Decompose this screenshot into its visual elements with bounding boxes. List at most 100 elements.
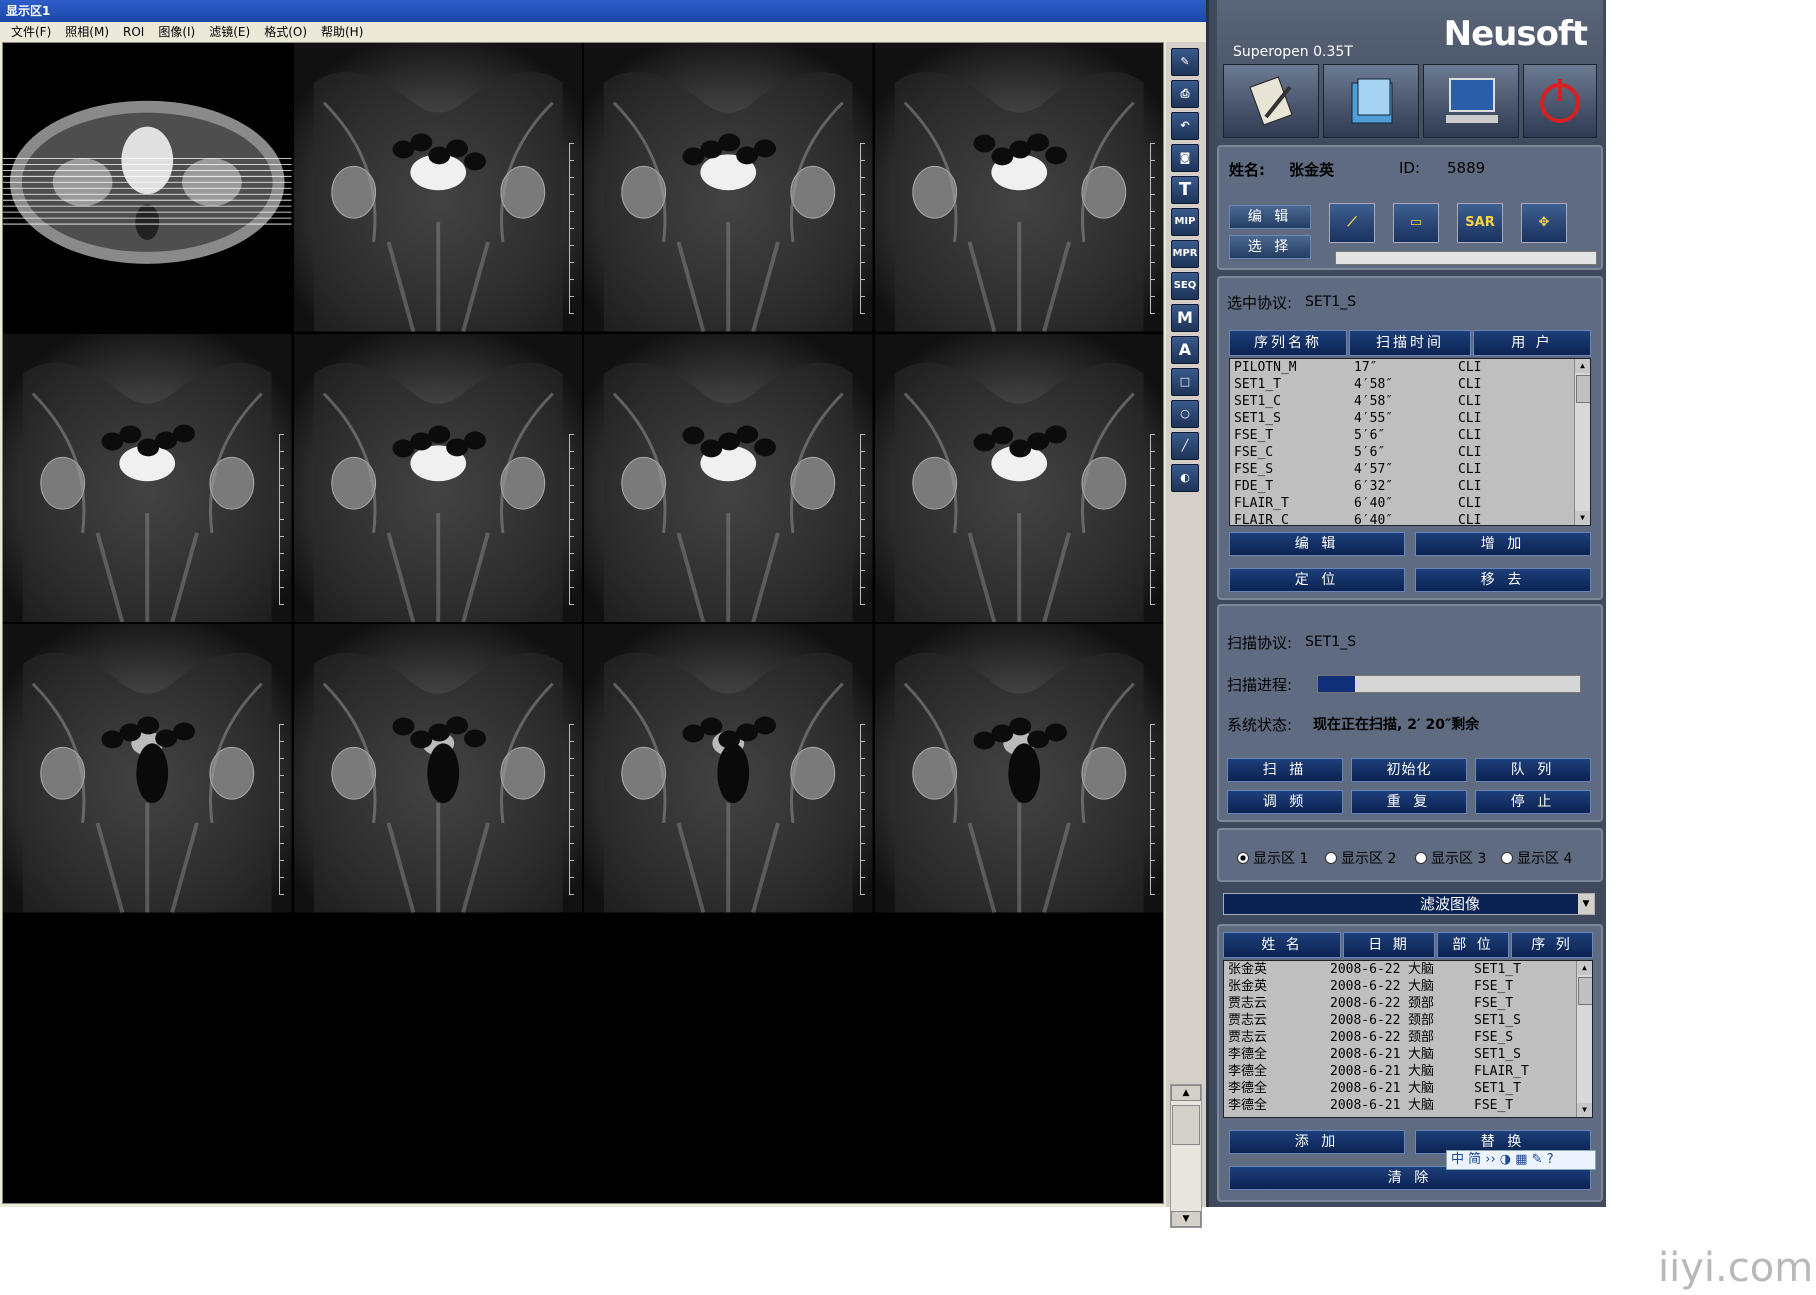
col-patient-name[interactable]: 姓 名: [1223, 932, 1341, 958]
syringe-icon[interactable]: ⟋: [1329, 203, 1375, 243]
radio-display-3[interactable]: 显示区 3: [1415, 848, 1486, 868]
image-cell[interactable]: [293, 333, 582, 622]
image-cell[interactable]: [3, 914, 292, 1203]
protocol-edit-button[interactable]: 编 辑: [1229, 532, 1405, 556]
col-scan-time[interactable]: 扫描时间: [1349, 330, 1471, 356]
image-cell[interactable]: [293, 43, 582, 332]
register-patient-button[interactable]: [1223, 64, 1319, 138]
col-sequence-name[interactable]: 序列名称: [1229, 330, 1347, 356]
print-icon[interactable]: ⎙: [1171, 80, 1199, 108]
menu-photo[interactable]: 照相(M): [58, 22, 116, 42]
image-cell[interactable]: [584, 43, 873, 332]
sar-button[interactable]: SAR: [1457, 203, 1503, 243]
image-cell[interactable]: [3, 333, 292, 622]
mri-image: [874, 43, 1163, 332]
image-cell[interactable]: [293, 914, 582, 1203]
scan-section: 扫描协议: SET1_S 扫描进程: 系统状态: 现在正在扫描, 2′ 20″剩…: [1217, 604, 1603, 822]
queue-button[interactable]: 队 列: [1475, 758, 1591, 782]
image-cell[interactable]: [3, 43, 292, 332]
study-row[interactable]: 李德全 2008-6-21 大脑 FLAIR_T: [1224, 1063, 1592, 1080]
ime-toolbar[interactable]: 中 简 ›› ◑ ▦ ✎ ?: [1446, 1150, 1596, 1170]
initialize-button[interactable]: 初始化: [1351, 758, 1467, 782]
protocol-row[interactable]: FSE_S 4′57″ CLI: [1230, 461, 1590, 478]
intensity-scale: [278, 433, 284, 605]
radio-display-4[interactable]: 显示区 4: [1501, 848, 1572, 868]
coil-icon[interactable]: ▭: [1393, 203, 1439, 243]
menu-filter[interactable]: 滤镜(E): [202, 22, 257, 42]
circle-icon[interactable]: ○: [1171, 400, 1199, 428]
undo-icon[interactable]: ↶: [1171, 112, 1199, 140]
scroll-thumb[interactable]: [1172, 1105, 1200, 1145]
protocol-add-button[interactable]: 增 加: [1415, 532, 1591, 556]
eraser-icon[interactable]: ✎: [1171, 48, 1199, 76]
protocol-row[interactable]: SET1_C 4′58″ CLI: [1230, 393, 1590, 410]
scroll-up-arrow-icon[interactable]: ▲: [1171, 1085, 1201, 1101]
image-cell[interactable]: [874, 624, 1163, 913]
menu-format[interactable]: 格式(O): [257, 22, 314, 42]
tune-button[interactable]: 调 频: [1227, 790, 1343, 814]
vertical-scrollbar[interactable]: ▲ ▼: [1170, 1084, 1202, 1228]
power-button[interactable]: [1523, 64, 1597, 138]
measure-button[interactable]: M: [1171, 304, 1199, 332]
stop-button[interactable]: 停 止: [1475, 790, 1591, 814]
protocol-locate-button[interactable]: 定 位: [1229, 568, 1405, 592]
protocol-remove-button[interactable]: 移 去: [1415, 568, 1591, 592]
image-cell[interactable]: [293, 624, 582, 913]
filter-image-combo[interactable]: 滤波图像 ▼: [1223, 893, 1595, 915]
line-icon[interactable]: ╱: [1171, 432, 1199, 460]
study-row[interactable]: 张金英 2008-6-22 大脑 FSE_T: [1224, 978, 1592, 995]
col-user[interactable]: 用 户: [1473, 330, 1591, 356]
select-patient-button[interactable]: 选 择: [1229, 235, 1311, 259]
scan-button[interactable]: 扫 描: [1227, 758, 1343, 782]
text-tool-icon[interactable]: T: [1171, 176, 1199, 204]
menu-image[interactable]: 图像(I): [151, 22, 202, 42]
study-row[interactable]: 贾志云 2008-6-22 颈部 FSE_T: [1224, 995, 1592, 1012]
workstation-button[interactable]: [1423, 64, 1519, 138]
study-list[interactable]: ▲ ▼ 张金英 2008-6-22 大脑 SET1_T 张金英 2008-6-22 大脑 FS…: [1223, 960, 1593, 1118]
protocol-row[interactable]: PILOTN_M 17″ CLI: [1230, 359, 1590, 376]
protocol-row[interactable]: SET1_T 4′58″ CLI: [1230, 376, 1590, 393]
protocol-row[interactable]: FLAIR_T 6′40″ CLI: [1230, 495, 1590, 512]
radio-display-2[interactable]: 显示区 2: [1325, 848, 1396, 868]
study-row[interactable]: 张金英 2008-6-22 大脑 SET1_T: [1224, 961, 1592, 978]
image-cell[interactable]: [3, 624, 292, 913]
mip-button[interactable]: MIP: [1171, 208, 1199, 236]
protocol-row[interactable]: FSE_C 5′6″ CLI: [1230, 444, 1590, 461]
protocol-row[interactable]: SET1_S 4′55″ CLI: [1230, 410, 1590, 427]
contrast-icon[interactable]: ◐: [1171, 464, 1199, 492]
scroll-down-arrow-icon[interactable]: ▼: [1171, 1211, 1201, 1227]
col-date[interactable]: 日 期: [1343, 932, 1435, 958]
study-row[interactable]: 贾志云 2008-6-22 颈部 FSE_S: [1224, 1029, 1592, 1046]
position-arrows-icon[interactable]: ✥: [1521, 203, 1567, 243]
image-cell[interactable]: [874, 333, 1163, 622]
image-cell[interactable]: [584, 333, 873, 622]
mpr-button[interactable]: MPR: [1171, 240, 1199, 268]
menu-help[interactable]: 帮助(H): [314, 22, 370, 42]
menu-roi[interactable]: ROI: [116, 22, 151, 42]
study-row[interactable]: 李德全 2008-6-21 大脑 SET1_T: [1224, 1080, 1592, 1097]
repeat-button[interactable]: 重 复: [1351, 790, 1467, 814]
menu-file[interactable]: 文件(F): [4, 22, 58, 42]
image-cell[interactable]: [584, 624, 873, 913]
camera-icon[interactable]: ◙: [1171, 144, 1199, 172]
edit-patient-button[interactable]: 编 辑: [1229, 205, 1311, 229]
annotate-button[interactable]: A: [1171, 336, 1199, 364]
study-row[interactable]: 李德全 2008-6-21 大脑 SET1_S: [1224, 1046, 1592, 1063]
study-row[interactable]: 贾志云 2008-6-22 颈部 SET1_S: [1224, 1012, 1592, 1029]
protocol-row[interactable]: FSE_T 5′6″ CLI: [1230, 427, 1590, 444]
radio-display-1[interactable]: 显示区 1: [1237, 848, 1308, 868]
study-add-button[interactable]: 添 加: [1229, 1130, 1405, 1154]
col-series[interactable]: 序 列: [1511, 932, 1593, 958]
patient-files-button[interactable]: [1323, 64, 1419, 138]
protocol-list[interactable]: ▲ ▼ PILOTN_M 17″ CLI SET1_T 4′58″ CLI SET1_C 4′…: [1229, 358, 1591, 526]
image-cell[interactable]: [874, 43, 1163, 332]
col-body-part[interactable]: 部 位: [1437, 932, 1509, 958]
image-cell[interactable]: [874, 914, 1163, 1203]
rectangle-icon[interactable]: □: [1171, 368, 1199, 396]
image-cell[interactable]: [584, 914, 873, 1203]
protocol-row[interactable]: FDE_T 6′32″ CLI: [1230, 478, 1590, 495]
protocol-row[interactable]: FLAIR_C 6′40″ CLI: [1230, 512, 1590, 525]
study-row[interactable]: 李德全 2008-6-21 大脑 FSE_T: [1224, 1097, 1592, 1114]
chevron-down-icon[interactable]: ▼: [1578, 894, 1594, 914]
seq-button[interactable]: SEQ: [1171, 272, 1199, 300]
